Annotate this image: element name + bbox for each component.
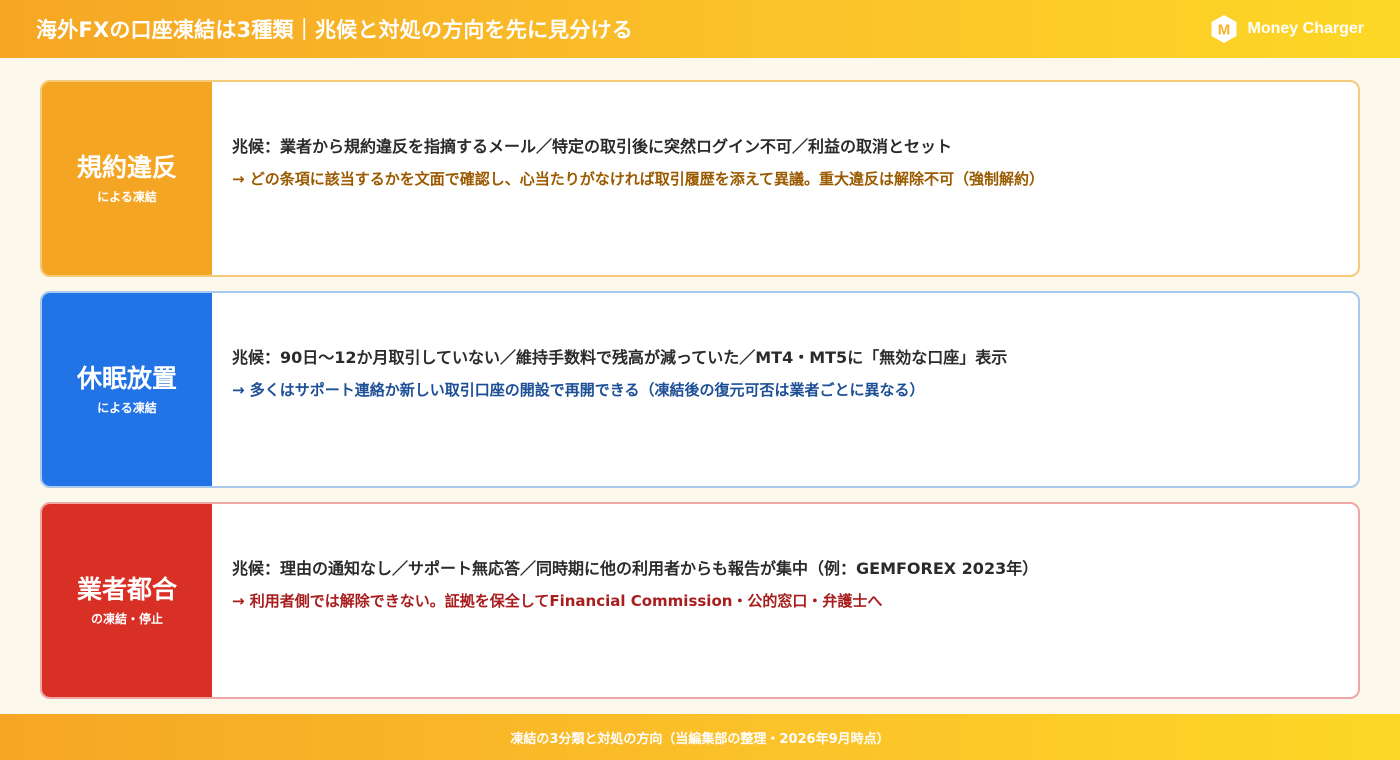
brand-name: Money Charger — [1247, 20, 1364, 37]
card-subtitle: の凍結・停止 — [90, 612, 163, 626]
card-body: 兆候：理由の通知なし／サポート無応答／同時期に他の利用者からも報告が集中（例：G… — [212, 504, 1358, 697]
card-rule-violation: 規約違反 による凍結 兆候：業者から規約違反を指摘するメール／特定の取引後に突然… — [40, 80, 1360, 277]
brand[interactable]: M Money Charger — [1209, 14, 1364, 44]
card-label: 業者都合 の凍結・停止 — [42, 504, 212, 697]
money-charger-logo-icon: M — [1211, 15, 1237, 43]
card-label: 休眠放置 による凍結 — [42, 293, 212, 486]
card-broker-side: 業者都合 の凍結・停止 兆候：理由の通知なし／サポート無応答／同時期に他の利用者… — [40, 502, 1360, 699]
card-sign-text: 兆候：90日〜12か月取引していない／維持手数料で残高が減っていた／MT4・MT… — [232, 347, 1008, 367]
card-body: 兆候：90日〜12か月取引していない／維持手数料で残高が減っていた／MT4・MT… — [212, 293, 1358, 486]
card-title: 規約違反 — [76, 153, 177, 182]
page-title: 海外FXの口座凍結は3種類｜兆候と対処の方向を先に見分ける — [36, 18, 633, 42]
card-subtitle: による凍結 — [97, 401, 157, 415]
card-subtitle: による凍結 — [97, 190, 157, 204]
card-action-text: → 多くはサポート連絡か新しい取引口座の開設で再開できる（凍結後の復元可否は業者… — [232, 380, 925, 399]
freeze-type-cards: 規約違反 による凍結 兆候：業者から規約違反を指摘するメール／特定の取引後に突然… — [40, 80, 1360, 713]
card-sign-text: 兆候：業者から規約違反を指摘するメール／特定の取引後に突然ログイン不可／利益の取… — [232, 136, 953, 156]
header-bar: 海外FXの口座凍結は3種類｜兆候と対処の方向を先に見分ける M Money Ch… — [0, 0, 1400, 58]
svg-text:M: M — [1217, 22, 1230, 39]
card-title: 休眠放置 — [76, 364, 177, 393]
card-sign-text: 兆候：理由の通知なし／サポート無応答／同時期に他の利用者からも報告が集中（例：G… — [232, 558, 1039, 578]
card-body: 兆候：業者から規約違反を指摘するメール／特定の取引後に突然ログイン不可／利益の取… — [212, 82, 1358, 275]
card-title: 業者都合 — [76, 575, 177, 604]
card-dormant: 休眠放置 による凍結 兆候：90日〜12か月取引していない／維持手数料で残高が減… — [40, 291, 1360, 488]
footer-caption: 凍結の3分類と対処の方向（当編集部の整理・2026年9月時点） — [510, 731, 890, 747]
footer-bar: 凍結の3分類と対処の方向（当編集部の整理・2026年9月時点） — [0, 714, 1400, 760]
card-action-text: → 利用者側では解除できない。証拠を保全してFinancial Commissi… — [232, 591, 883, 610]
card-action-text: → どの条項に該当するかを文面で確認し、心当たりがなければ取引履歴を添えて異議。… — [232, 169, 1045, 188]
card-label: 規約違反 による凍結 — [42, 82, 212, 275]
